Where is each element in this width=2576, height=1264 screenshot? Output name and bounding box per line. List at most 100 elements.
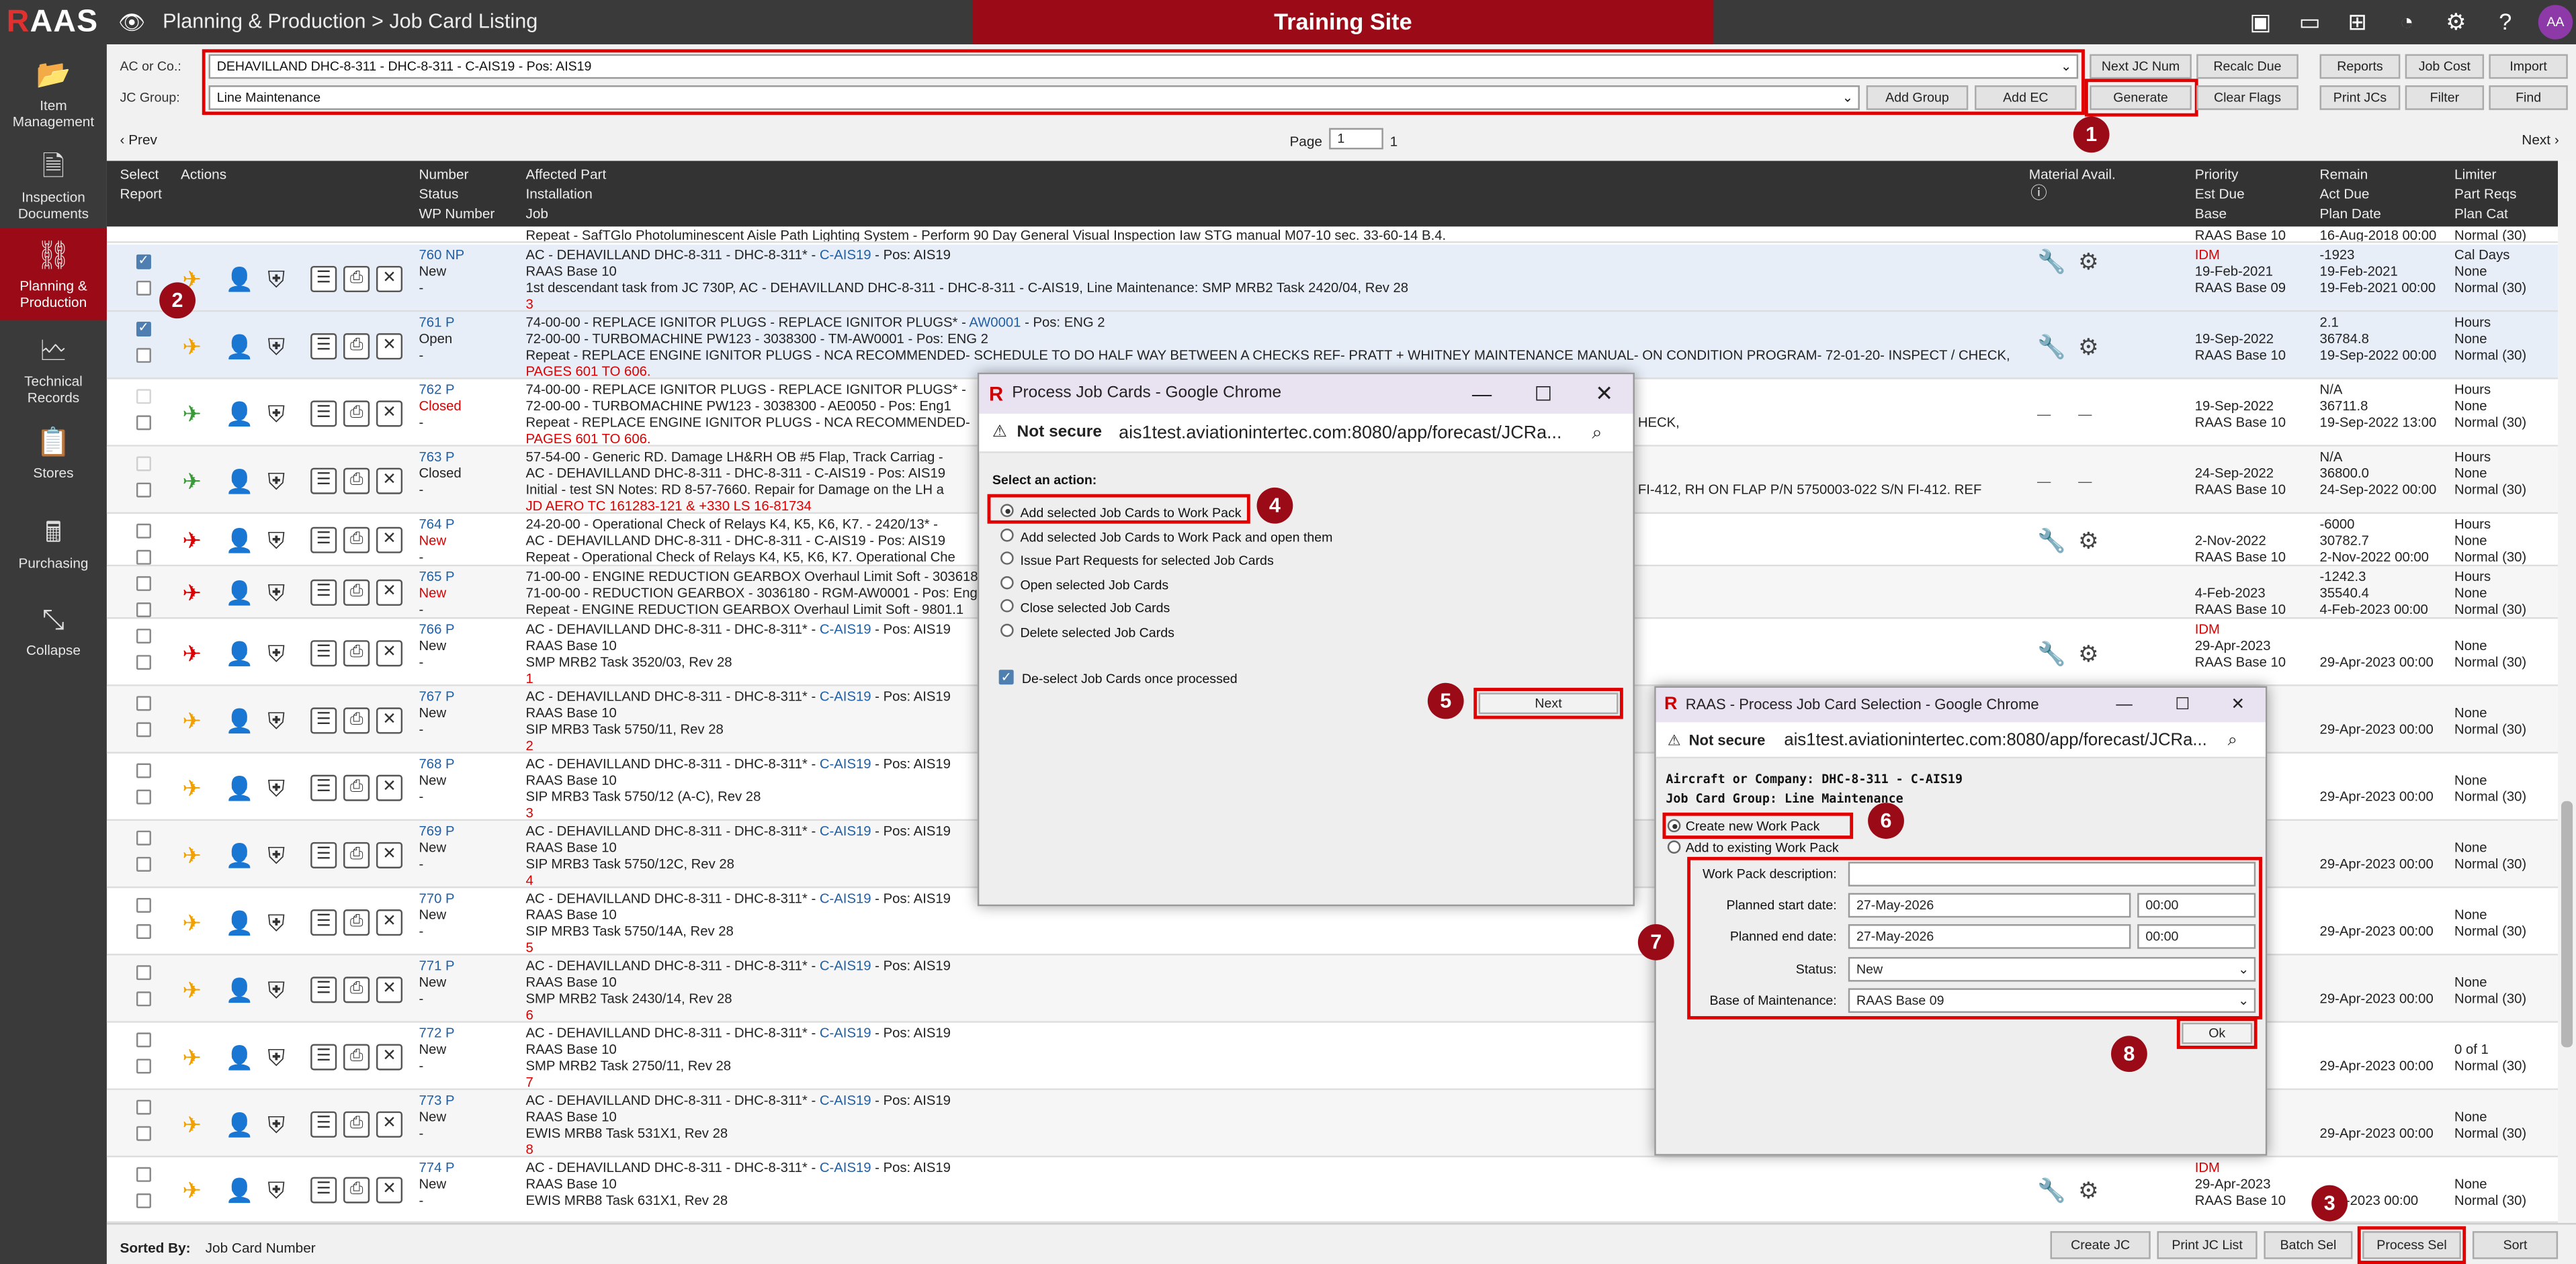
dialog-address-bar[interactable]: ⚠ Not secure ais1test.aviationintertec.c… — [979, 413, 1633, 453]
plane-icon[interactable]: ✈ — [182, 1113, 202, 1136]
plane-icon[interactable]: ✈ — [182, 581, 202, 604]
close-icon[interactable]: ✕ — [376, 707, 403, 734]
list-icon[interactable]: ☰ — [310, 579, 337, 606]
report-checkbox[interactable] — [136, 482, 151, 498]
aircraft-link[interactable]: C-AIS19 — [820, 246, 871, 263]
close-icon[interactable]: ✕ — [376, 579, 403, 606]
select-checkbox[interactable] — [136, 456, 151, 471]
select-checkbox[interactable] — [136, 253, 151, 269]
jc-number[interactable]: 774 P — [419, 1159, 455, 1176]
report-checkbox[interactable] — [136, 1058, 151, 1074]
plane-icon[interactable]: ✈ — [182, 911, 202, 934]
raas-logo[interactable]: RAAS — [7, 5, 99, 41]
report-checkbox[interactable] — [136, 924, 151, 940]
close-icon[interactable]: ✕ — [376, 774, 403, 801]
shield-icon[interactable]: ⛨ — [268, 1113, 286, 1136]
batch-sel-button[interactable]: Batch Sel — [2264, 1231, 2353, 1259]
user-check-icon[interactable]: 👤 — [225, 709, 254, 732]
avatar[interactable]: AA — [2538, 5, 2573, 40]
maximize-icon[interactable]: ☐ — [2175, 688, 2190, 722]
close-icon[interactable]: ✕ — [1595, 374, 1613, 414]
print-icon[interactable]: ⎙ — [343, 333, 370, 360]
header-act-due[interactable]: Act Due — [2320, 185, 2370, 204]
header-base[interactable]: Base — [2195, 206, 2227, 224]
plane-icon[interactable]: ✈ — [182, 844, 202, 866]
shield-icon[interactable]: ⛨ — [268, 709, 286, 732]
aircraft-link[interactable]: C-AIS19 — [820, 621, 871, 637]
select-checkbox[interactable] — [136, 763, 151, 778]
next-jc-num-button[interactable]: Next JC Num — [2090, 54, 2192, 79]
report-checkbox[interactable] — [136, 602, 151, 618]
header-affected-part[interactable]: Affected Part — [525, 166, 606, 184]
print-icon[interactable]: ⎙ — [343, 579, 370, 606]
shield-icon[interactable]: ⛨ — [268, 642, 286, 665]
table-row[interactable]: ✈👤⛨☰⎙✕760 NPNew-AC - DEHAVILLAND DHC-8-3… — [106, 244, 2559, 312]
header-wp-number[interactable]: WP Number — [419, 206, 495, 224]
scrollbar-thumb[interactable] — [2561, 801, 2573, 1048]
list-icon[interactable]: ☰ — [310, 909, 337, 936]
report-checkbox[interactable] — [136, 1126, 151, 1141]
recalc-due-button[interactable]: Recalc Due — [2196, 54, 2299, 79]
print-icon[interactable]: ⎙ — [343, 774, 370, 801]
plane-icon[interactable]: ✈ — [182, 979, 202, 1001]
plane-icon[interactable]: ✈ — [182, 1179, 202, 1202]
header-material[interactable]: Material Avail. — [2029, 166, 2116, 184]
list-icon[interactable]: ☰ — [310, 707, 337, 734]
action-option-radio[interactable] — [1000, 575, 1014, 589]
add-existing-wp-radio[interactable] — [1667, 840, 1681, 854]
dialog-address-bar[interactable]: ⚠ Not secure ais1test.aviationintertec.c… — [1656, 722, 2266, 759]
list-icon[interactable]: ☰ — [310, 1044, 337, 1071]
print-icon[interactable]: ⎙ — [343, 1111, 370, 1138]
binoculars-icon[interactable]: 👁 — [118, 10, 145, 36]
search-icon[interactable]: ⌕ — [2228, 722, 2237, 758]
find-button[interactable]: Find — [2489, 85, 2568, 110]
close-icon[interactable]: ✕ — [376, 909, 403, 936]
shield-icon[interactable]: ⛨ — [268, 911, 286, 934]
print-icon[interactable]: ⎙ — [343, 527, 370, 553]
action-option-radio[interactable] — [1000, 599, 1014, 613]
close-icon[interactable]: ✕ — [2231, 688, 2245, 722]
select-checkbox[interactable] — [136, 897, 151, 913]
user-check-icon[interactable]: 👤 — [225, 335, 254, 358]
sidebar-item-technical-records[interactable]: 🗠 Technical Records — [0, 333, 107, 406]
wrench-icon[interactable]: 🔧 — [2037, 335, 2066, 358]
header-part-reqs[interactable]: Part Reqs — [2454, 185, 2516, 204]
header-remain[interactable]: Remain — [2320, 166, 2368, 184]
gear-icon[interactable]: ⚙ — [2078, 642, 2099, 665]
report-checkbox[interactable] — [136, 348, 151, 363]
user-check-icon[interactable]: 👤 — [225, 469, 254, 492]
sidebar-item-item-management[interactable]: 📂 Item Management — [0, 58, 107, 130]
report-checkbox[interactable] — [136, 991, 151, 1007]
action-option-radio[interactable] — [1000, 527, 1014, 541]
table-row[interactable]: ✈ 👤 ⛨ ☰ ⎙ ✕ 774 P New - AC - DEHAVILLAND DHC-8-31… — [106, 1157, 2559, 1223]
plane-icon[interactable]: ✈ — [182, 1046, 202, 1069]
jc-number[interactable]: 768 P — [419, 755, 455, 772]
minimize-icon[interactable]: — — [1472, 374, 1492, 414]
sidebar-item-purchasing[interactable]: 🖩 Purchasing — [0, 515, 107, 572]
clear-flags-button[interactable]: Clear Flags — [2196, 85, 2299, 110]
pie-chart-icon[interactable]: ◔ — [2391, 7, 2423, 36]
jc-number[interactable]: 765 P — [419, 568, 455, 585]
jc-number[interactable]: 761 P — [419, 314, 455, 330]
reports-button[interactable]: Reports — [2319, 54, 2401, 79]
filter-button[interactable]: Filter — [2405, 85, 2485, 110]
wrench-icon[interactable]: 🔧 — [2037, 1179, 2066, 1202]
add-icon[interactable]: ⊞ — [2341, 7, 2374, 36]
select-checkbox[interactable] — [136, 965, 151, 981]
close-icon[interactable]: ✕ — [376, 842, 403, 868]
print-jc-list-button[interactable]: Print JC List — [2157, 1231, 2258, 1259]
aircraft-link[interactable]: C-AIS19 — [820, 1091, 871, 1108]
next-page-link[interactable]: Next › — [2522, 132, 2559, 148]
report-checkbox[interactable] — [136, 549, 151, 565]
sidebar-item-collapse[interactable]: ⤡ Collapse — [0, 602, 107, 658]
select-checkbox[interactable] — [136, 1099, 151, 1115]
list-icon[interactable]: ☰ — [310, 467, 337, 494]
chat-icon[interactable]: ▭ — [2293, 7, 2326, 36]
shield-icon[interactable]: ⛨ — [268, 844, 286, 866]
sidebar-item-inspection-documents[interactable]: 🗎 Inspection Documents — [0, 149, 107, 222]
jc-number[interactable]: 762 P — [419, 381, 455, 398]
header-limiter[interactable]: Limiter — [2454, 166, 2496, 184]
close-icon[interactable]: ✕ — [376, 640, 403, 667]
list-icon[interactable]: ☰ — [310, 1177, 337, 1204]
user-check-icon[interactable]: 👤 — [225, 1046, 254, 1069]
